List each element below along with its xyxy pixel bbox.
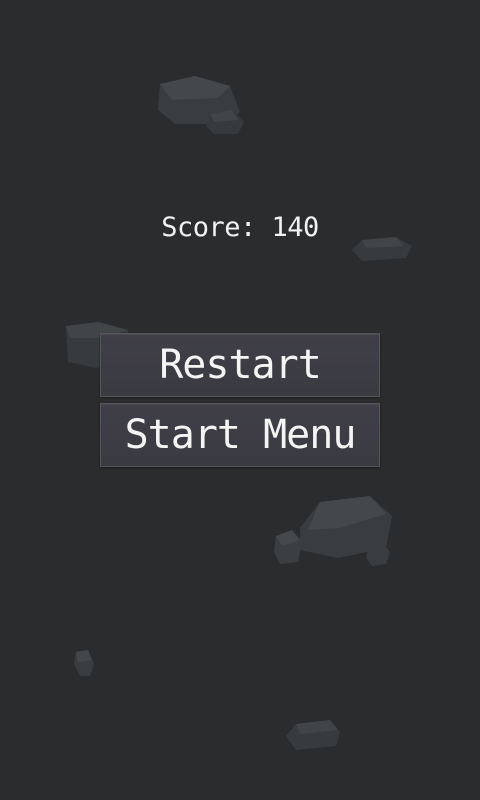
rock — [74, 650, 94, 676]
background-rocks — [66, 76, 412, 750]
rock — [274, 530, 302, 564]
restart-button[interactable]: Restart — [100, 333, 380, 397]
rock — [286, 720, 340, 750]
start-menu-button[interactable]: Start Menu — [100, 403, 380, 467]
score-label: Score: 140 — [161, 212, 319, 243]
